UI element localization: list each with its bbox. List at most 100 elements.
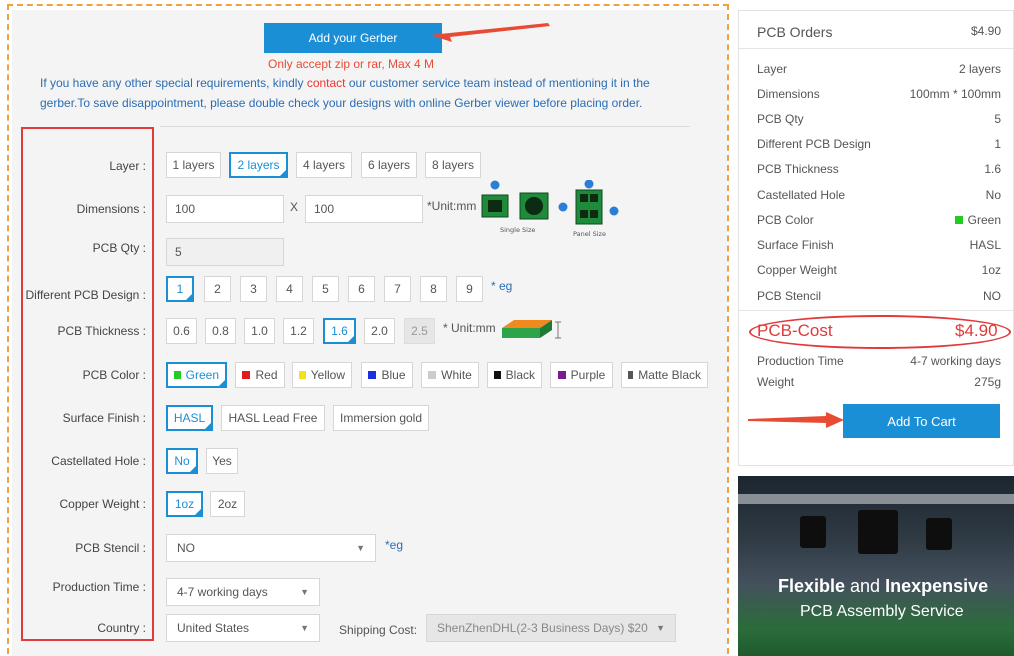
copper-option-2oz[interactable]: 2oz [210, 491, 245, 517]
divider [160, 126, 690, 127]
layer-option-4[interactable]: 4 layers [296, 152, 352, 178]
layer-option-8[interactable]: 8 layers [425, 152, 481, 178]
design-option-4[interactable]: 4 [276, 276, 303, 302]
shipping-cost-label: Shipping Cost: [339, 623, 418, 637]
design-option-3[interactable]: 3 [240, 276, 267, 302]
chevron-down-icon: ▼ [300, 587, 309, 597]
design-option-2[interactable]: 2 [204, 276, 231, 302]
label-dimensions: Dimensions : [76, 202, 146, 216]
order-row-castellated: Castellated Hole No [757, 188, 1001, 202]
design-option-5[interactable]: 5 [312, 276, 339, 302]
design-option-6[interactable]: 6 [348, 276, 375, 302]
contact-link[interactable]: contact [307, 76, 346, 90]
machine-head [800, 516, 826, 548]
label-stencil: PCB Stencil : [75, 541, 146, 555]
layer-option-1[interactable]: 1 layers [166, 152, 221, 178]
label-copper: Copper Weight : [59, 497, 147, 511]
machine-head [926, 518, 952, 550]
ad-subheadline: PCB Assembly Service [800, 603, 964, 620]
add-gerber-button[interactable]: Add your Gerber [264, 23, 442, 53]
finish-option-immersion-gold[interactable]: Immersion gold [333, 405, 429, 431]
design-option-9[interactable]: 9 [456, 276, 483, 302]
stencil-eg-link[interactable]: *eg [385, 538, 403, 552]
production-time-select[interactable]: 4-7 working days ▼ [166, 578, 320, 606]
design-option-8[interactable]: 8 [420, 276, 447, 302]
swatch-icon [628, 371, 634, 379]
pcb-qty-input[interactable]: 5 [166, 238, 284, 266]
thickness-option-2-5: 2.5 [404, 318, 435, 344]
order-header: PCB Orders $4.90 [757, 24, 1001, 40]
label-production: Production Time : [52, 580, 146, 594]
order-row-color: PCB Color Green [757, 213, 1001, 227]
dimension-width-input[interactable]: 100 [166, 195, 284, 223]
finish-option-hasl[interactable]: HASL [166, 405, 213, 431]
thickness-option-1-2[interactable]: 1.2 [283, 318, 314, 344]
stencil-select[interactable]: NO ▼ [166, 534, 376, 562]
swatch-icon [557, 371, 566, 379]
swatch-icon [368, 371, 377, 379]
design-option-1[interactable]: 1 [166, 276, 194, 302]
label-qty: PCB Qty : [92, 241, 146, 255]
dimension-x-label: X [290, 200, 299, 214]
label-layer: Layer : [109, 159, 146, 173]
label-country: Country : [97, 621, 146, 635]
chevron-down-icon: ▼ [356, 543, 365, 553]
thickness-unit: * Unit:mm [443, 321, 496, 335]
order-row-design: Different PCB Design 1 [757, 137, 1001, 151]
shipping-method-select[interactable]: ShenZhenDHL(2-3 Business Days) $20 ▼ [426, 614, 676, 642]
board-thickness-icon [502, 320, 561, 339]
pcb-size-diagram-icon: Single Size Panel Size [481, 180, 619, 238]
order-row-dimensions: Dimensions 100mm * 100mm [757, 87, 1001, 101]
label-castellated: Castellated Hole : [51, 454, 146, 468]
thickness-option-0-6[interactable]: 0.6 [166, 318, 197, 344]
thickness-option-0-8[interactable]: 0.8 [205, 318, 236, 344]
design-option-7[interactable]: 7 [384, 276, 411, 302]
upload-note: Only accept zip or rar, Max 4 M [268, 57, 435, 71]
divider [738, 48, 1014, 49]
swatch-icon [299, 371, 306, 379]
order-total: $4.90 [970, 24, 1001, 38]
thickness-option-2-0[interactable]: 2.0 [364, 318, 395, 344]
thickness-option-1-0[interactable]: 1.0 [244, 318, 275, 344]
color-option-red[interactable]: Red [235, 362, 285, 388]
divider [738, 310, 1014, 311]
order-title: PCB Orders [757, 24, 833, 40]
color-option-white[interactable]: White [421, 362, 479, 388]
label-finish: Surface Finish : [62, 411, 146, 425]
arrow-annotation-icon [430, 23, 550, 42]
order-row-qty: PCB Qty 5 [757, 112, 1001, 126]
finish-option-hasl-lead-free[interactable]: HASL Lead Free [221, 405, 325, 431]
order-row-stencil: PCB Stencil NO [757, 289, 1001, 303]
pcb-assembly-ad[interactable]: Flexible and Inexpensive PCB Assembly Se… [738, 476, 1014, 656]
castellated-option-no[interactable]: No [166, 448, 198, 474]
country-select[interactable]: United States ▼ [166, 614, 320, 642]
machine-rail [738, 494, 1014, 504]
label-color: PCB Color : [82, 368, 146, 382]
thickness-option-1-6[interactable]: 1.6 [323, 318, 356, 344]
color-option-black[interactable]: Black [487, 362, 542, 388]
copper-option-1oz[interactable]: 1oz [166, 491, 203, 517]
pcb-cost-label: PCB-Cost [757, 321, 833, 340]
swatch-icon [174, 371, 181, 379]
layer-option-2[interactable]: 2 layers [229, 152, 288, 178]
castellated-option-yes[interactable]: Yes [206, 448, 238, 474]
ad-headline: Flexible and Inexpensive [778, 576, 989, 596]
swatch-icon [428, 371, 437, 379]
label-thickness: PCB Thickness : [57, 324, 146, 338]
color-option-purple[interactable]: Purple [550, 362, 613, 388]
swatch-icon [242, 371, 251, 379]
color-option-matte-black[interactable]: Matte Black [621, 362, 708, 388]
color-option-green[interactable]: Green [166, 362, 227, 388]
dimension-height-input[interactable]: 100 [305, 195, 423, 223]
arrow-annotation-icon [748, 412, 844, 428]
order-row-production: Production Time 4-7 working days [757, 354, 1001, 368]
swatch-icon [494, 371, 501, 379]
layer-option-6[interactable]: 6 layers [361, 152, 417, 178]
design-eg-link[interactable]: * eg [491, 279, 512, 293]
pcb-cost-value: $4.90 [955, 321, 998, 340]
add-to-cart-button[interactable]: Add To Cart [843, 404, 1000, 438]
color-option-yellow[interactable]: Yellow [292, 362, 352, 388]
label-design: Different PCB Design : [25, 288, 147, 302]
color-option-blue[interactable]: Blue [361, 362, 413, 388]
order-row-finish: Surface Finish HASL [757, 238, 1001, 252]
